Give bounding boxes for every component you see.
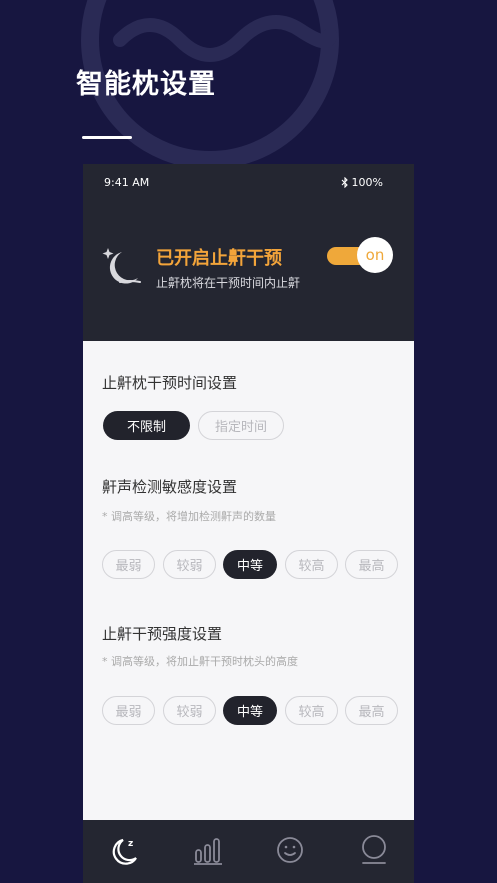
toggle-knob: on — [357, 237, 393, 273]
intensity-option-highest[interactable]: 最高 — [345, 696, 398, 725]
moon-sleep-icon[interactable]: z — [109, 834, 139, 866]
status-panel: 9:41 AM 100% 已开启止鼾干预 止鼾枕将在干预时间内止鼾 on — [83, 164, 414, 341]
page-title: 智能枕设置 — [76, 69, 216, 100]
phone-screen: 9:41 AM 100% 已开启止鼾干预 止鼾枕将在干预时间内止鼾 on 止鼾枕… — [83, 164, 414, 883]
sensitivity-option-medium[interactable]: 中等 — [223, 550, 277, 579]
intensity-option-weak[interactable]: 较弱 — [163, 696, 216, 725]
svg-text:z: z — [128, 839, 133, 849]
snore-toggle[interactable]: on — [327, 237, 395, 273]
battery-text: 100% — [351, 176, 383, 189]
intensity-option-medium[interactable]: 中等 — [223, 696, 277, 725]
sensitivity-option-weakest[interactable]: 最弱 — [102, 550, 155, 579]
sensitivity-option-high[interactable]: 较高 — [285, 550, 338, 579]
option-unlimited[interactable]: 不限制 — [103, 411, 190, 440]
snore-status-subtitle: 止鼾枕将在干预时间内止鼾 — [156, 276, 301, 290]
title-underline — [82, 136, 132, 139]
status-right: 100% — [341, 176, 383, 189]
tab-bar: z — [83, 820, 414, 883]
intensity-option-weakest[interactable]: 最弱 — [102, 696, 155, 725]
snore-status-title: 已开启止鼾干预 — [156, 248, 282, 269]
smiley-icon[interactable] — [275, 834, 305, 866]
status-time: 9:41 AM — [104, 176, 150, 189]
intensity-note: * 调高等级，将加止鼾干预时枕头的高度 — [102, 655, 298, 668]
profile-icon[interactable] — [359, 834, 389, 866]
sensitivity-note: * 调高等级，将增加检测鼾声的数量 — [102, 510, 276, 523]
moon-sleep-icon — [102, 248, 141, 284]
time-setting-title: 止鼾枕干预时间设置 — [102, 374, 238, 392]
intensity-title: 止鼾干预强度设置 — [102, 625, 223, 643]
bluetooth-icon — [341, 177, 348, 188]
intensity-option-high[interactable]: 较高 — [285, 696, 338, 725]
sensitivity-title: 鼾声检测敏感度设置 — [102, 478, 238, 496]
option-specified-time[interactable]: 指定时间 — [198, 411, 284, 440]
bar-chart-icon[interactable] — [193, 834, 223, 866]
sensitivity-option-highest[interactable]: 最高 — [345, 550, 398, 579]
sensitivity-option-weak[interactable]: 较弱 — [163, 550, 216, 579]
